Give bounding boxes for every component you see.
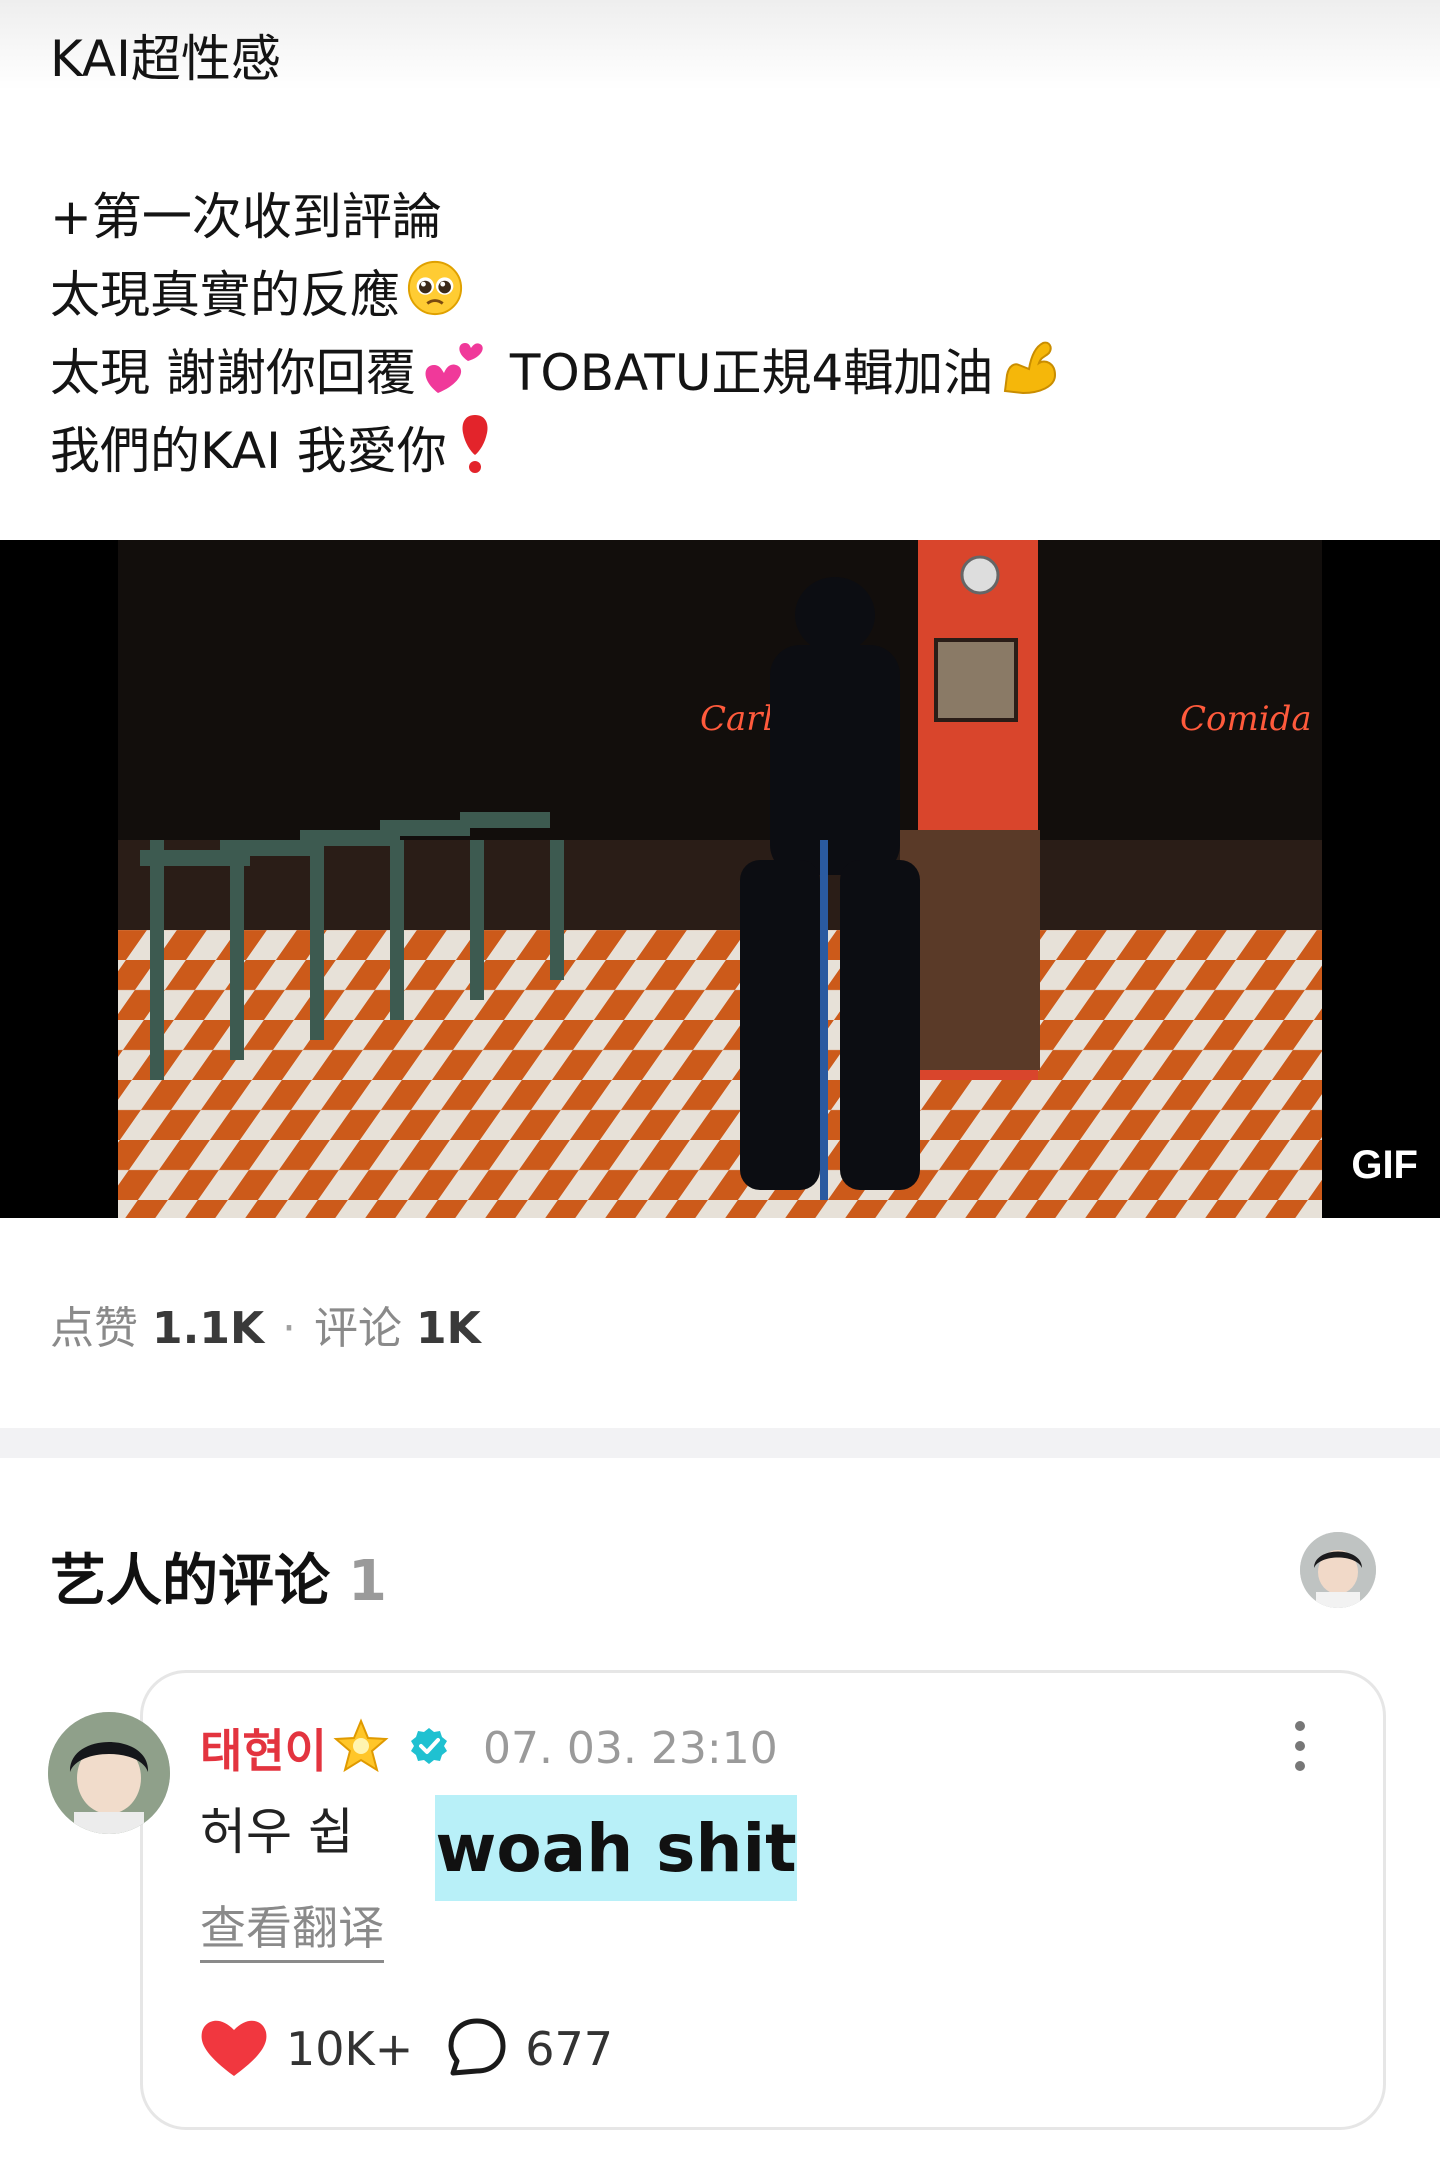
like-count: 10K+: [286, 2022, 414, 2076]
section-divider: [0, 1428, 1440, 1458]
commenter-avatar[interactable]: [48, 1712, 170, 1834]
artist-comments-count: 1: [348, 1549, 387, 1614]
comment-date: 07. 03. 23:10: [482, 1722, 778, 1774]
gif-badge: GIF: [1351, 1143, 1418, 1187]
post-line-2-text: 太現真實的反應: [50, 266, 400, 324]
red-exclamation-emoji: [453, 413, 497, 497]
comment-header: 태현이 07. 03. 23:10: [200, 1718, 778, 1778]
dance-scene-image: Carlorita Comida: [0, 540, 1440, 1218]
glowing-star-emoji: [333, 1718, 389, 1778]
artist-comments-label: 艺人的评论: [50, 1549, 330, 1614]
verified-badge-icon: [409, 1726, 449, 1770]
comments-label[interactable]: 评论: [314, 1303, 402, 1354]
more-options-icon[interactable]: [1284, 1716, 1316, 1776]
post-line-1: +第一次收到評論: [50, 188, 442, 246]
post-line-2: 太現真實的反應: [50, 256, 1390, 334]
artist-avatar-small[interactable]: [1300, 1532, 1376, 1608]
post-line-5-text: 我們的KAI 我愛你: [50, 422, 447, 480]
neon-sign-right: Comida: [1180, 699, 1312, 739]
stats-separator: ·: [282, 1303, 297, 1354]
post-line-3: 太現 謝謝你回覆 TOBATU正規4輯加油: [50, 334, 1390, 412]
reply-bubble-icon[interactable]: [447, 2017, 507, 2081]
view-translation-link[interactable]: 查看翻译: [200, 1892, 384, 1963]
post-text: KAI超性感 +第一次收到評論 太現真實的反應 太現 謝謝你回覆 TOBATU正…: [50, 20, 1390, 490]
post-stats: 点赞 1.1K · 评论 1K: [50, 1292, 481, 1356]
flexed-biceps-emoji: [999, 335, 1059, 419]
artist-comments-title: 艺人的评论 1: [50, 1536, 387, 1617]
heart-icon[interactable]: [200, 2016, 268, 2082]
likes-label: 点赞: [50, 1303, 138, 1354]
pleading-face-emoji: [406, 259, 464, 339]
reply-count: 677: [525, 2022, 614, 2076]
two-hearts-emoji: [422, 335, 488, 419]
gif-media[interactable]: Carlorita Comida GIF: [0, 540, 1440, 1218]
likes-count: 1.1K: [152, 1303, 265, 1354]
comments-count: 1K: [416, 1303, 481, 1354]
comment-actions: 10K+ 677: [200, 2016, 613, 2082]
comment-text: 허우 쉽: [200, 1803, 354, 1861]
translation-overlay: woah shit: [435, 1795, 797, 1901]
post-line-3-text: 太現 謝謝你回覆: [50, 344, 416, 402]
post-line-4-text: TOBATU正規4輯加油: [509, 344, 994, 402]
post-title-line: KAI超性感: [50, 30, 281, 88]
comment-author[interactable]: 태현이: [200, 1715, 327, 1781]
post-line-5: 我們的KAI 我愛你: [50, 412, 1390, 490]
